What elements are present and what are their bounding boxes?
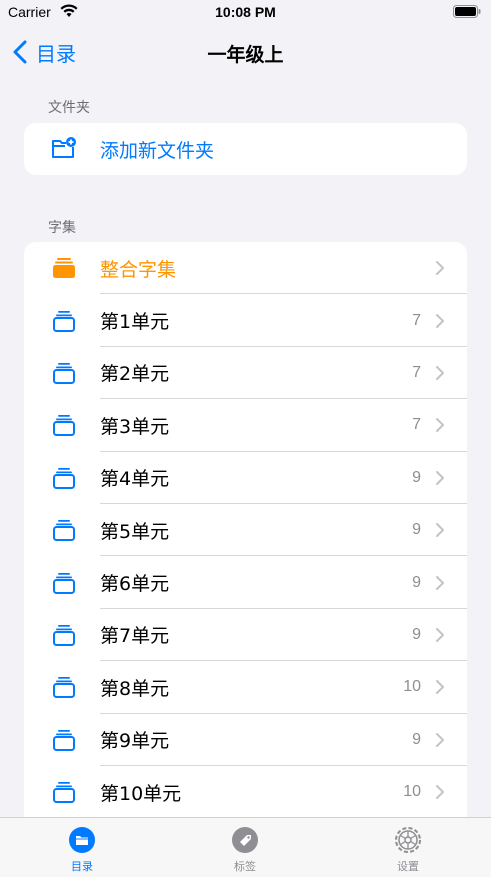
unit-label: 第7单元: [100, 625, 170, 648]
tab-catalog-label: 目录: [71, 860, 93, 873]
stack-icon: [53, 310, 75, 332]
tab-tags-label: 标签: [234, 860, 256, 873]
merged-set-row[interactable]: 整合字集: [24, 242, 467, 295]
folder-add-icon: [52, 137, 76, 158]
stack-icon: [53, 572, 75, 594]
unit-label: 第6单元: [100, 573, 170, 596]
battery-icon: [453, 5, 481, 18]
unit-row[interactable]: 第7单元 9: [24, 609, 467, 662]
folders-group: 添加新文件夹: [24, 123, 467, 175]
stack-icon: [53, 729, 75, 751]
add-folder-button[interactable]: 添加新文件夹: [24, 123, 467, 175]
unit-label: 第2单元: [100, 363, 170, 386]
stack-filled-icon: [53, 258, 75, 279]
chevron-right-icon: [436, 785, 444, 800]
unit-count: 9: [412, 468, 421, 486]
tab-bar: 目录 标签 设置: [0, 817, 491, 877]
unit-row[interactable]: 第9单元 9: [24, 714, 467, 766]
chevron-right-icon: [436, 627, 444, 642]
status-time: 10:08 PM: [215, 4, 276, 20]
unit-label: 第9单元: [100, 730, 170, 753]
chevron-right-icon: [436, 418, 444, 433]
folder-icon: [69, 827, 95, 853]
stack-icon: [53, 362, 75, 384]
unit-row[interactable]: 第1单元 7: [24, 294, 467, 347]
stack-icon: [53, 624, 75, 646]
sets-section-header: 字集: [48, 220, 76, 236]
stack-icon: [53, 782, 75, 804]
unit-label: 第3单元: [100, 415, 170, 438]
chevron-right-icon: [436, 313, 444, 328]
status-bar: Carrier 10:08 PM: [0, 0, 491, 26]
gear-icon: [395, 827, 421, 853]
unit-count: 7: [412, 363, 421, 381]
chevron-right-icon: [436, 261, 444, 276]
chevron-right-icon: [436, 732, 444, 747]
unit-count: 7: [412, 311, 421, 329]
chevron-right-icon: [436, 575, 444, 590]
tab-settings-label: 设置: [397, 860, 419, 873]
chevron-right-icon: [436, 680, 444, 695]
chevron-right-icon: [436, 365, 444, 380]
stack-icon: [53, 467, 75, 489]
unit-row[interactable]: 第8单元 10: [24, 661, 467, 714]
page-title: 一年级上: [207, 44, 284, 66]
unit-count: 9: [412, 730, 421, 748]
tab-tags[interactable]: 标签: [205, 826, 285, 874]
tag-icon: [232, 827, 258, 853]
add-folder-label: 添加新文件夹: [100, 139, 215, 162]
chevron-right-icon: [436, 523, 444, 538]
unit-count: 9: [412, 625, 421, 643]
unit-label: 第5单元: [100, 520, 170, 543]
chevron-right-icon: [436, 470, 444, 485]
unit-row[interactable]: 第4单元 9: [24, 452, 467, 504]
tab-settings[interactable]: 设置: [368, 826, 448, 874]
unit-row[interactable]: 第10单元 10: [24, 766, 467, 819]
unit-count: 10: [403, 678, 421, 696]
stack-icon: [53, 677, 75, 699]
unit-row[interactable]: 第5单元 9: [24, 504, 467, 557]
unit-count: 10: [403, 783, 421, 801]
merged-set-label: 整合字集: [100, 258, 177, 281]
stack-icon: [53, 520, 75, 542]
folders-section-header: 文件夹: [48, 100, 90, 116]
unit-row[interactable]: 第2单元 7: [24, 347, 467, 400]
unit-count: 7: [412, 416, 421, 434]
unit-row[interactable]: 第6单元 9: [24, 556, 467, 609]
unit-count: 9: [412, 521, 421, 539]
unit-count: 9: [412, 573, 421, 591]
unit-row[interactable]: 第3单元 7: [24, 399, 467, 452]
unit-label: 第1单元: [100, 311, 170, 334]
tab-catalog[interactable]: 目录: [42, 826, 122, 874]
unit-label: 第4单元: [100, 468, 170, 491]
unit-label: 第8单元: [100, 677, 170, 700]
sets-group: 整合字集 第1单元 7 第2单元 7 第3单元 7 第4单元 9 第5单元 9 第6单元 9 第7单元 9…: [24, 242, 467, 877]
stack-icon: [53, 415, 75, 437]
navigation-bar: 目录 一年级上: [0, 30, 491, 74]
unit-label: 第10单元: [100, 782, 182, 805]
